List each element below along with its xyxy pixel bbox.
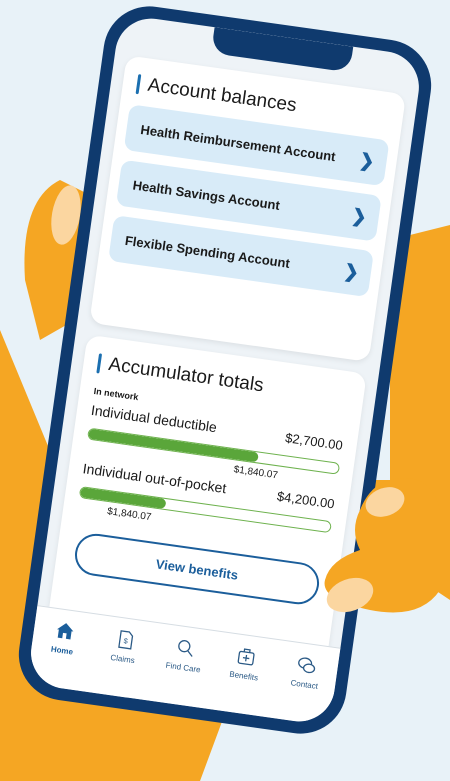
tab-label: Find Care: [165, 660, 202, 675]
benefits-icon: [237, 648, 255, 666]
tab-label: Claims: [109, 652, 136, 666]
home-icon: [56, 623, 73, 640]
tab-label: Benefits: [228, 669, 259, 683]
tab-contact[interactable]: Contact: [276, 651, 336, 693]
view-benefits-button[interactable]: View benefits: [72, 531, 322, 607]
search-icon: [178, 640, 193, 657]
claims-icon: $: [117, 630, 133, 650]
chevron-right-icon: ❯: [342, 260, 361, 283]
account-item-label: Health Savings Account: [131, 176, 281, 213]
accumulator-totals-title: Accumulator totals: [96, 352, 364, 411]
tab-benefits[interactable]: Benefits: [215, 642, 275, 684]
thumb-illustration: [324, 478, 440, 613]
accumulator-total: $2,700.00: [284, 430, 344, 454]
tab-claims[interactable]: $ Claims: [94, 625, 154, 667]
account-item-label: Flexible Spending Account: [124, 232, 291, 271]
account-item-label: Health Reimbursement Account: [139, 121, 337, 164]
tab-label: Contact: [290, 678, 319, 691]
account-balances-card: Account balances Health Reimbursement Ac…: [89, 55, 407, 362]
phone-notch: [210, 27, 354, 73]
title-accent-bar: [135, 74, 142, 95]
progress-fill: [79, 487, 167, 509]
tab-label: Home: [50, 644, 74, 657]
title-accent-bar: [96, 353, 103, 374]
tab-home[interactable]: Home: [34, 616, 94, 658]
tab-find-care[interactable]: Find Care: [155, 633, 215, 675]
chevron-right-icon: ❯: [350, 204, 369, 227]
chevron-right-icon: ❯: [358, 149, 376, 172]
svg-text:$: $: [123, 636, 128, 645]
chat-icon: [298, 657, 316, 674]
